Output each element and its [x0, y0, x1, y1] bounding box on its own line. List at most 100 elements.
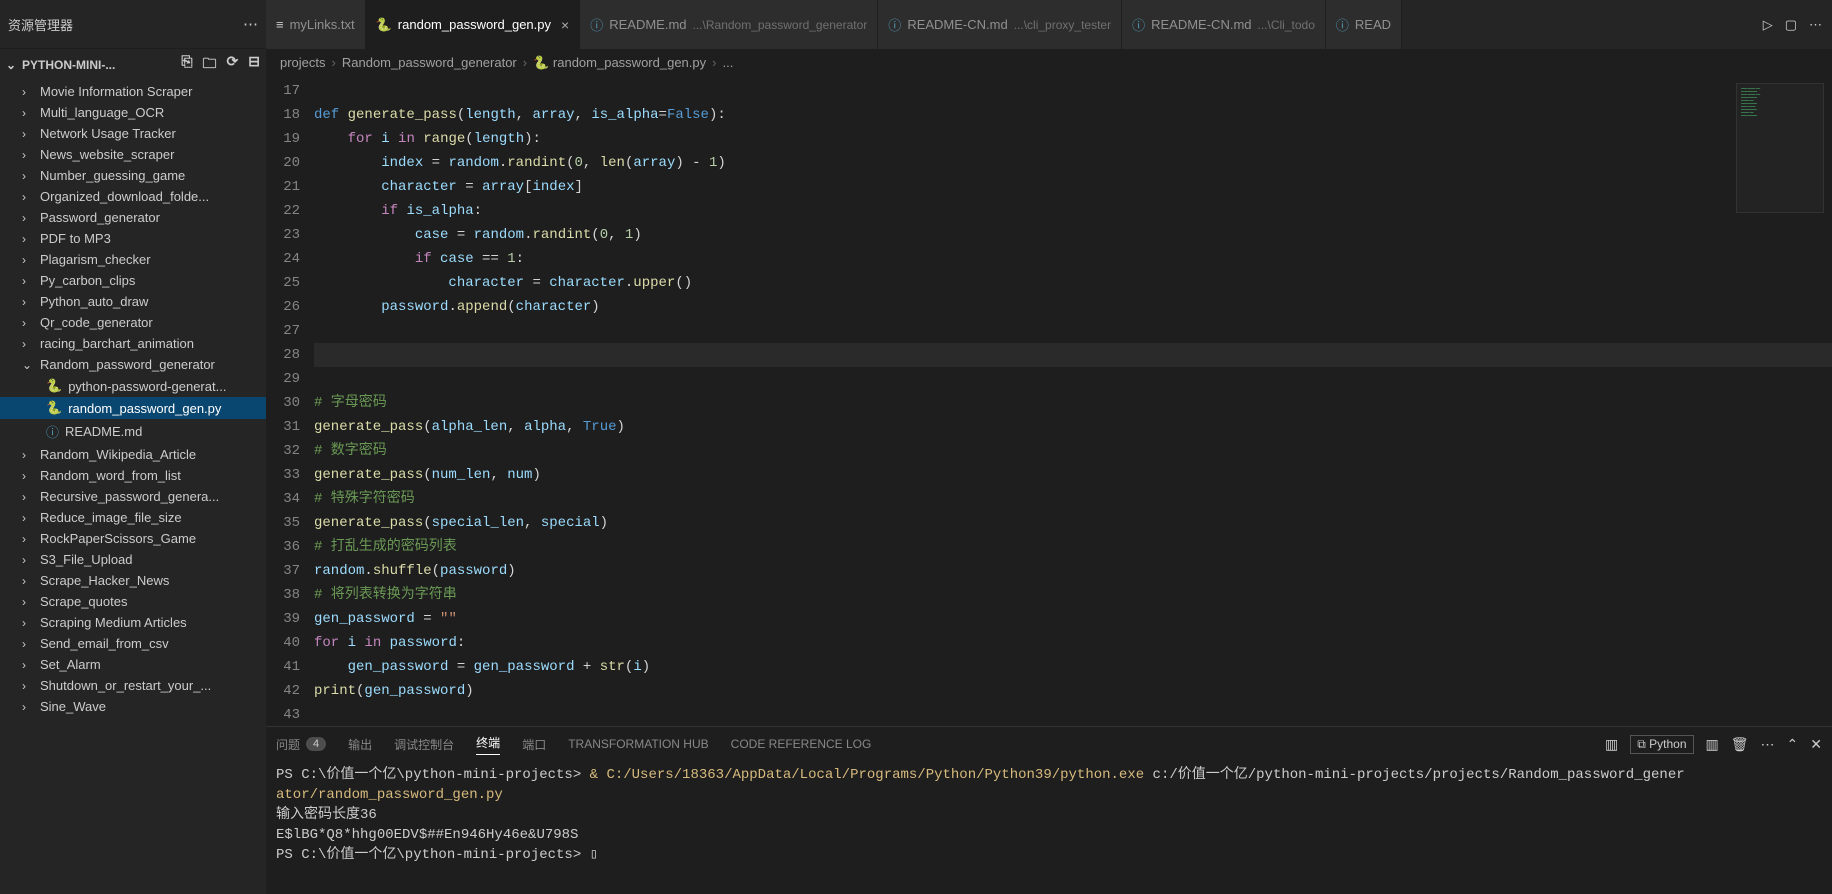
chevron-icon: ›: [22, 700, 34, 714]
tree-item[interactable]: ›Multi_language_OCR: [0, 102, 266, 123]
new-folder-icon[interactable]: 🗀: [203, 53, 217, 77]
tree-item[interactable]: 🐍python-password-generat...: [0, 375, 266, 397]
panel-more-icon[interactable]: ⋯: [1761, 736, 1775, 753]
py-file-icon: 🐍: [376, 17, 392, 33]
tree-item-label: README.md: [65, 424, 142, 439]
minimap[interactable]: ▬▬▬ ▬▬▬▬ ▬▬▬▬▬▬▬▬▬▬▬▬▬ ▬▬▬▬ ▬▬▬▬▬▬▬▬▬▬▬▬…: [1736, 83, 1824, 213]
tab-1[interactable]: 🐍random_password_gen.py×: [366, 0, 581, 49]
breadcrumb-segment[interactable]: Random_password_generator: [342, 55, 517, 70]
split-icon[interactable]: ▢: [1785, 17, 1797, 33]
tree-item[interactable]: ›Random_Wikipedia_Article: [0, 444, 266, 465]
tree-item-label: racing_barchart_animation: [40, 336, 194, 351]
panel-tab-0[interactable]: 问题4: [276, 736, 326, 753]
tab-2[interactable]: ⓘREADME.md...\Random_password_generator: [580, 0, 878, 49]
tree-item[interactable]: ›Qr_code_generator: [0, 312, 266, 333]
terminal-split-icon[interactable]: ▥: [1706, 736, 1719, 753]
file-tree: ›Movie Information Scraper›Multi_languag…: [0, 81, 266, 894]
tree-item[interactable]: ›Scrape_quotes: [0, 591, 266, 612]
tab-5[interactable]: ⓘREAD: [1326, 0, 1402, 49]
tree-item[interactable]: › Python_auto_draw: [0, 291, 266, 312]
panel-tab-5[interactable]: TRANSFORMATION HUB: [568, 737, 708, 751]
tree-item[interactable]: ⌄Random_password_generator: [0, 354, 266, 375]
panel-tab-label: CODE REFERENCE LOG: [731, 737, 872, 751]
panel-tab-1[interactable]: 输出: [348, 736, 372, 753]
tree-item[interactable]: ›Reduce_image_file_size: [0, 507, 266, 528]
terminal-type[interactable]: ⧉ Python: [1630, 735, 1693, 754]
tab-label: README.md: [609, 17, 686, 32]
tree-item[interactable]: ›Send_email_from_csv: [0, 633, 266, 654]
tree-item[interactable]: ›Password_generator: [0, 207, 266, 228]
tree-item[interactable]: › racing_barchart_animation: [0, 333, 266, 354]
panel-tab-2[interactable]: 调试控制台: [394, 736, 454, 753]
terminal-output[interactable]: PS C:\价值一个亿\python-mini-projects> & C:/U…: [266, 761, 1832, 894]
tree-item[interactable]: ›Scraping Medium Articles: [0, 612, 266, 633]
breadcrumb-segment[interactable]: ...: [722, 55, 733, 70]
python-file-icon: 🐍: [533, 55, 549, 70]
tree-item[interactable]: › Sine_Wave: [0, 696, 266, 717]
chevron-icon: ›: [22, 127, 34, 141]
panel-tab-badge: 4: [306, 737, 326, 751]
chevron-icon: ›: [22, 295, 34, 309]
tree-item-label: Python_auto_draw: [40, 294, 148, 309]
line-number-gutter: 1718192021222324252627282930313233343536…: [266, 77, 314, 726]
tree-item[interactable]: ›Py_carbon_clips: [0, 270, 266, 291]
chevron-icon: ›: [22, 337, 34, 351]
trash-icon[interactable]: 🗑: [1731, 736, 1749, 753]
chevron-icon: ›: [22, 679, 34, 693]
explorer-more-icon[interactable]: ⋯: [243, 15, 258, 33]
tree-item-label: Random_password_generator: [40, 357, 215, 372]
chevron-icon: ›: [22, 316, 34, 330]
breadcrumb-segment[interactable]: 🐍 random_password_gen.py: [533, 55, 706, 71]
refresh-icon[interactable]: ⟳: [227, 53, 239, 77]
tree-item[interactable]: ⓘREADME.md: [0, 419, 266, 444]
panel-tab-3[interactable]: 终端: [476, 734, 500, 755]
sidebar-project-header[interactable]: ⌄ PYTHON-MINI-... ⎘ 🗀 ⟳ ⊟: [0, 49, 266, 81]
tree-item-label: News_website_scraper: [40, 147, 174, 162]
panel-tab-4[interactable]: 端口: [522, 736, 546, 753]
breadcrumb-segment[interactable]: projects: [280, 55, 326, 70]
tab-4[interactable]: ⓘREADME-CN.md...\Cli_todo: [1122, 0, 1326, 49]
editor-more-icon[interactable]: ⋯: [1809, 17, 1822, 33]
tree-item[interactable]: ›Recursive_password_genera...: [0, 486, 266, 507]
panel-tab-label: 终端: [476, 734, 500, 751]
tree-item-label: Random_Wikipedia_Article: [40, 447, 196, 462]
panel-tab-label: 端口: [522, 736, 546, 753]
tab-0[interactable]: ≡myLinks.txt: [266, 0, 366, 49]
run-icon[interactable]: ▷: [1763, 17, 1773, 33]
tree-item[interactable]: ›Network Usage Tracker: [0, 123, 266, 144]
new-file-icon[interactable]: ⎘: [181, 53, 192, 77]
editor-body[interactable]: 1718192021222324252627282930313233343536…: [266, 77, 1832, 726]
tree-item[interactable]: 🐍random_password_gen.py: [0, 397, 266, 419]
chevron-icon: ›: [22, 490, 34, 504]
chevron-icon: ›: [22, 106, 34, 120]
tree-item[interactable]: ›Set_Alarm: [0, 654, 266, 675]
breadcrumb[interactable]: projects›Random_password_generator›🐍 ran…: [266, 49, 1832, 77]
panel: 问题4 输出 调试控制台 终端 端口 TRANSFORMATION HUB CODE REF…: [266, 726, 1832, 894]
tree-item[interactable]: ›Movie Information Scraper: [0, 81, 266, 102]
tree-item[interactable]: ›Number_guessing_game: [0, 165, 266, 186]
chevron-icon: ›: [22, 553, 34, 567]
panel-tab-label: 调试控制台: [394, 736, 454, 753]
tree-item[interactable]: ›S3_File_Upload: [0, 549, 266, 570]
collapse-icon[interactable]: ⊟: [248, 53, 260, 77]
tree-item[interactable]: ›Shutdown_or_restart_your_...: [0, 675, 266, 696]
panel-layout-icon[interactable]: ▥: [1605, 736, 1618, 753]
tree-item[interactable]: ›Organized_download_folde...: [0, 186, 266, 207]
close-icon[interactable]: ×: [561, 17, 569, 33]
tree-item[interactable]: ›RockPaperScissors_Game: [0, 528, 266, 549]
chevron-icon: ›: [22, 190, 34, 204]
tree-item[interactable]: ›Random_word_from_list: [0, 465, 266, 486]
tree-item[interactable]: ›Plagarism_checker: [0, 249, 266, 270]
panel-tab-6[interactable]: CODE REFERENCE LOG: [731, 737, 872, 751]
panel-close-icon[interactable]: ✕: [1810, 736, 1822, 753]
code-editor[interactable]: def generate_pass(length, array, is_alph…: [314, 77, 1832, 726]
tree-item-label: Set_Alarm: [40, 657, 101, 672]
tab-3[interactable]: ⓘREADME-CN.md...\cli_proxy_tester: [878, 0, 1122, 49]
chevron-icon: ›: [22, 637, 34, 651]
tree-item[interactable]: ›Scrape_Hacker_News: [0, 570, 266, 591]
breadcrumb-separator: ›: [332, 55, 336, 70]
chevron-up-icon[interactable]: ⌃: [1787, 736, 1799, 753]
tree-item[interactable]: ›News_website_scraper: [0, 144, 266, 165]
tree-item[interactable]: ›PDF to MP3: [0, 228, 266, 249]
tree-item-label: Sine_Wave: [40, 699, 106, 714]
